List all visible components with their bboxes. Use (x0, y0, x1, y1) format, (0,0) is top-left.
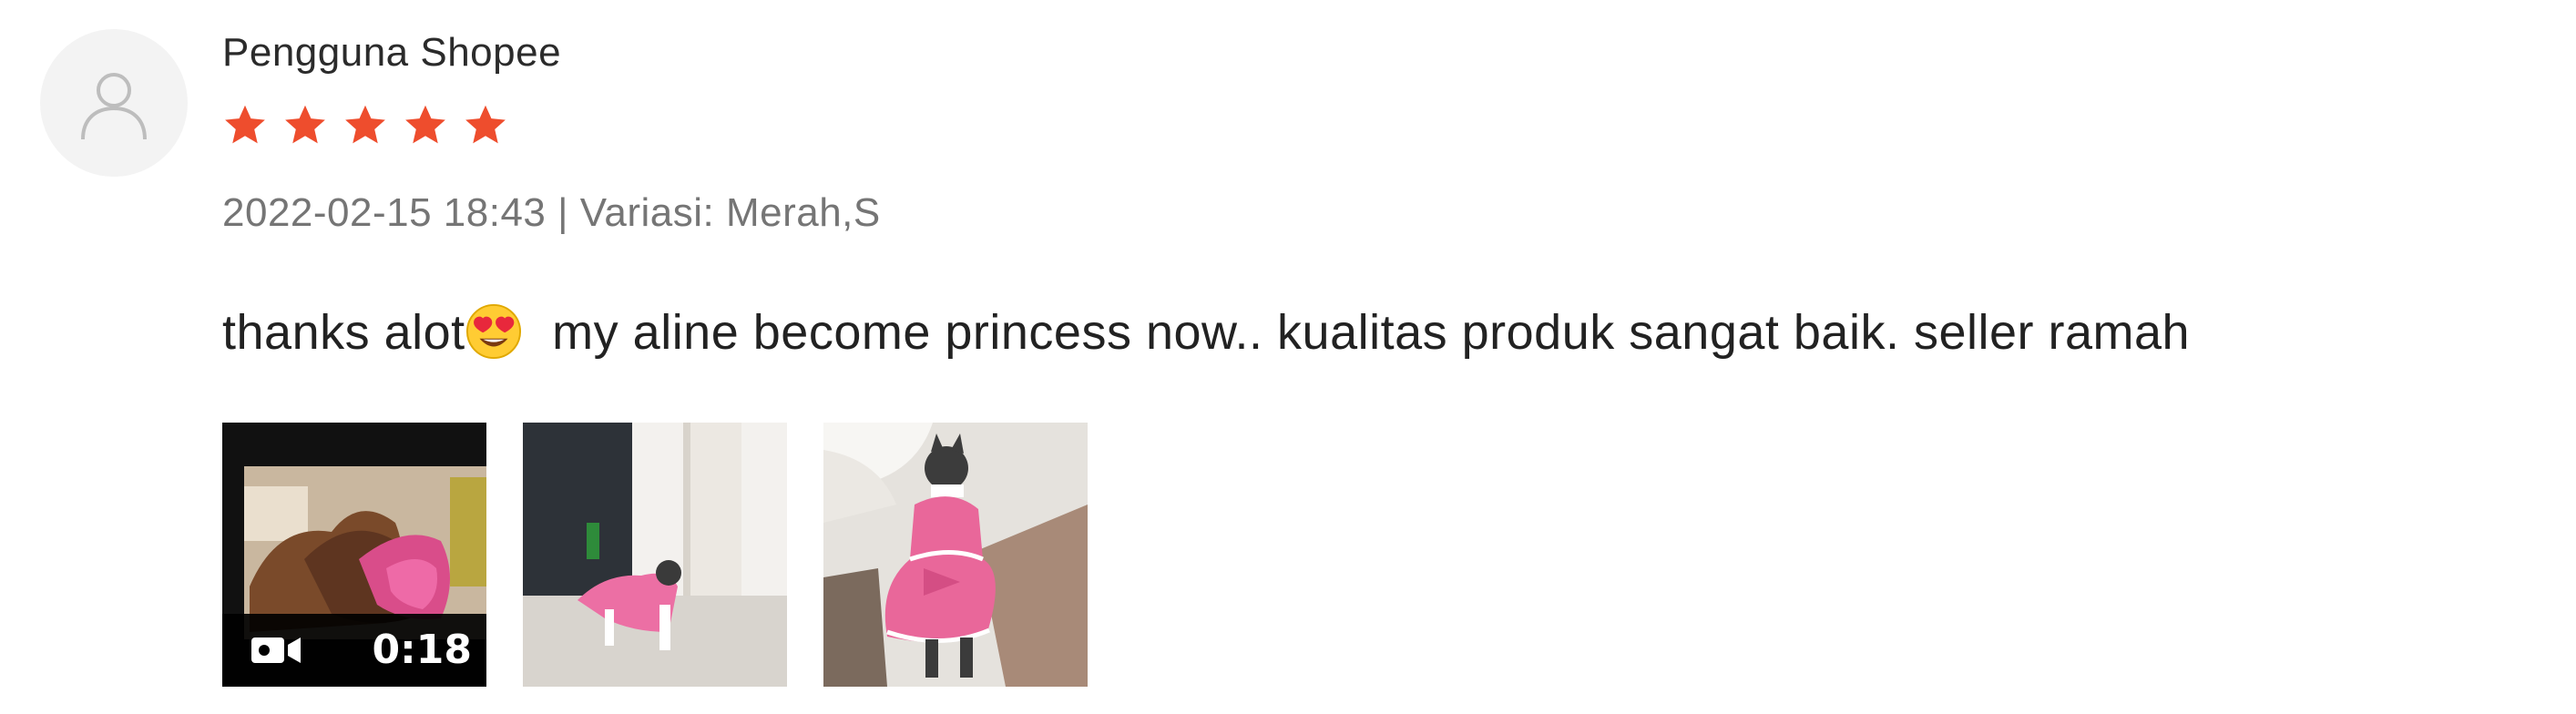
video-duration-bar: 0:18 (222, 614, 486, 687)
star-icon (463, 102, 508, 148)
star-icon (342, 102, 388, 148)
cat-dress-photo (523, 423, 787, 687)
review-item: Pengguna Shopee 2022-02-15 18:43 | Varia… (0, 0, 2576, 714)
review-date-variation: 2022-02-15 18:43 | Variasi: Merah,S (222, 190, 881, 235)
star-icon (403, 102, 448, 148)
rating-stars (222, 102, 508, 148)
review-video-thumbnail[interactable]: 0:18 (222, 423, 486, 687)
comment-text-start: thanks alot (222, 305, 465, 360)
review-media-list: 0:18 (222, 423, 1088, 687)
review-image-thumbnail[interactable] (823, 423, 1088, 687)
cat-dress-photo (823, 423, 1088, 687)
star-icon (282, 102, 328, 148)
video-camera-icon (251, 638, 301, 663)
video-duration: 0:18 (372, 627, 472, 673)
review-username: Pengguna Shopee (222, 30, 562, 75)
avatar[interactable] (40, 29, 188, 177)
comment-text-end: my aline become princess now.. kualitas … (537, 305, 2191, 360)
star-icon (222, 102, 268, 148)
review-image-thumbnail[interactable] (523, 423, 787, 687)
user-icon (81, 73, 147, 140)
heart-eyes-emoji-icon (465, 303, 521, 360)
review-comment: thanks alot my aline become princess now… (222, 301, 2190, 364)
